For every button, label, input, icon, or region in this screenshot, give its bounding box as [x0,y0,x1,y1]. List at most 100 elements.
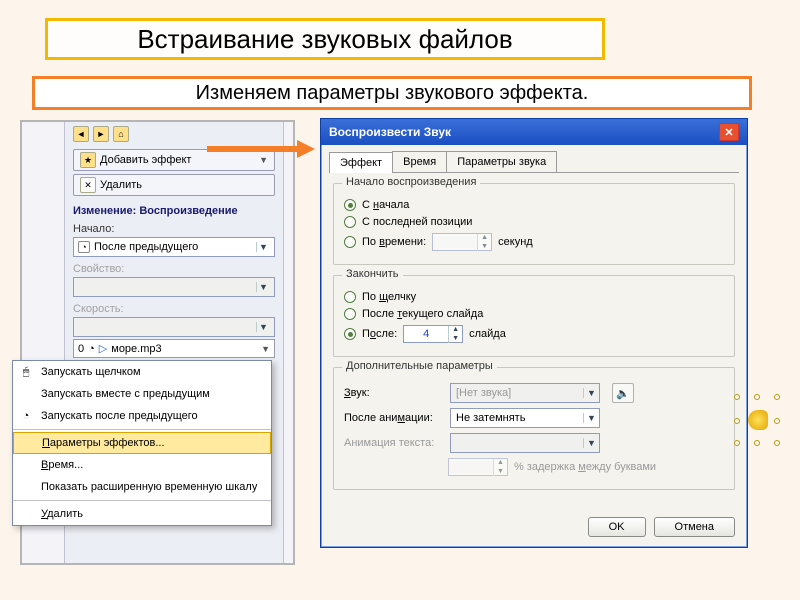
text-animation-combo: ▼ [450,433,600,453]
ok-label: OK [609,521,625,533]
property-combo: ▼ [73,277,275,297]
radio-from-beginning[interactable]: С начала [344,199,724,211]
cm-label: Параметры эффектов... [42,437,165,449]
radio-icon [344,308,356,320]
dropdown-icon: ▼ [256,242,270,252]
radio-label: По времени: [362,236,426,248]
spin-up-icon[interactable]: ▲ [449,326,462,335]
property-label: Свойство: [65,259,283,275]
time-unit: секунд [498,236,533,248]
tab-time[interactable]: Время [392,151,447,172]
tab-effect[interactable]: Эффект [329,152,393,173]
change-playback-header: Изменение: Воспроизведение [65,199,283,219]
spin-down-icon[interactable]: ▼ [449,334,462,343]
slide-title: Встраивание звуковых файлов [45,18,605,60]
cm-start-with-previous[interactable]: Запускать вместе с предыдущим [13,383,271,405]
cm-label: Запускать вместе с предыдущим [41,388,210,400]
tab-label: Эффект [340,157,382,169]
cancel-label: Отмена [675,521,714,533]
dialog-button-row: OK Отмена [588,517,735,537]
tab-label: Параметры звука [457,156,546,168]
speaker-icon: 🔈 [616,387,630,400]
radio-icon [344,236,356,248]
slides-input[interactable] [404,328,448,340]
cm-delete[interactable]: Удалить [13,503,271,525]
start-label: Начало: [65,219,283,235]
cm-show-advanced-timeline[interactable]: Показать расширенную временную шкалу [13,476,271,498]
clock-icon: ◔ [17,407,35,425]
cm-label: Запускать после предыдущего [41,410,198,422]
clock-icon: ◔ [88,343,95,355]
start-combo[interactable]: ◔ После предыдущего ▼ [73,237,275,257]
sound-combo[interactable]: [Нет звука] ▼ [450,383,600,403]
cm-start-after-previous[interactable]: ◔ Запускать после предыдущего [13,405,271,427]
dialog-title: Воспроизвести Звук [329,125,451,139]
dialog-titlebar: Воспроизвести Звук ✕ [321,119,747,145]
clock-icon: ◔ [78,241,90,253]
cm-label: Время... [41,459,83,471]
radio-label: По щелчку [362,291,416,303]
remove-effect-button[interactable]: ✕ Удалить [73,174,275,196]
group-title: Закончить [342,268,403,280]
sound-object-marker [734,394,782,448]
group-start-playback: Начало воспроизведения С начала С послед… [333,183,735,265]
after-animation-label: После анимации: [344,412,444,424]
group-title: Начало воспроизведения [342,176,480,188]
dropdown-icon: ▼ [256,282,270,292]
effect-list-item[interactable]: 0 ◔ ▷ море.mp3 ▼ [73,339,275,358]
remove-label: Удалить [100,179,142,191]
slides-spinner[interactable]: ▲▼ [403,325,463,343]
dropdown-icon: ▼ [259,155,268,165]
slide-subtitle: Изменяем параметры звукового эффекта. [32,76,752,110]
cm-label: Запускать щелчком [41,366,141,378]
sound-label: Звук: [344,387,444,399]
dropdown-icon: ▼ [256,322,270,332]
radio-end-after-current-slide[interactable]: После текущего слайда [344,308,724,320]
cm-timing[interactable]: Время... [13,454,271,476]
forward-icon[interactable]: ► [93,126,109,142]
tab-sound-params[interactable]: Параметры звука [446,151,557,172]
dropdown-icon: ▼ [261,344,270,354]
radio-label: С последней позиции [362,216,472,228]
spin-up-icon[interactable]: ▲ [478,234,491,243]
slide-title-text: Встраивание звуковых файлов [137,24,512,55]
speed-combo: ▼ [73,317,275,337]
time-input [433,236,477,248]
start-value: После предыдущего [90,241,256,253]
radio-from-last-position[interactable]: С последней позиции [344,216,724,228]
play-icon: ▷ [99,342,107,355]
separator [13,429,271,430]
ok-button[interactable]: OK [588,517,646,537]
after-animation-combo[interactable]: Не затемнять ▼ [450,408,600,428]
radio-label: После: [362,328,397,340]
mouse-icon: 🖱 [17,363,35,381]
dropdown-icon: ▼ [583,388,599,398]
cm-label: Удалить [41,508,83,520]
effect-index: 0 [78,343,84,355]
star-icon: ★ [80,152,96,168]
radio-icon [344,199,356,211]
close-button[interactable]: ✕ [719,123,739,141]
letter-delay-label: % задержка между буквами [514,461,656,473]
radio-end-after-n-slides[interactable]: После: ▲▼ слайда [344,325,724,343]
sound-value: [Нет звука] [451,387,583,399]
cm-start-on-click[interactable]: 🖱 Запускать щелчком [13,361,271,383]
slide-subtitle-text: Изменяем параметры звукового эффекта. [196,82,589,105]
effect-name: море.mp3 [111,343,161,355]
home-icon[interactable]: ⌂ [113,126,129,142]
back-icon[interactable]: ◄ [73,126,89,142]
speed-label: Скорость: [65,299,283,315]
slides-unit: слайда [469,328,506,340]
play-sound-dialog: Воспроизвести Звук ✕ Эффект Время Параме… [320,118,748,548]
time-spinner[interactable]: ▲▼ [432,233,492,251]
spin-down-icon[interactable]: ▼ [478,242,491,251]
radio-icon [344,328,356,340]
dropdown-icon: ▼ [583,438,599,448]
radio-end-on-click[interactable]: По щелчку [344,291,724,303]
speaker-icon [748,410,768,430]
radio-from-time[interactable]: По времени: ▲▼ секунд [344,233,724,251]
preview-sound-button[interactable]: 🔈 [612,383,634,403]
cm-effect-options[interactable]: Параметры эффектов... [13,432,271,454]
tab-label: Время [403,156,436,168]
cancel-button[interactable]: Отмена [654,517,735,537]
